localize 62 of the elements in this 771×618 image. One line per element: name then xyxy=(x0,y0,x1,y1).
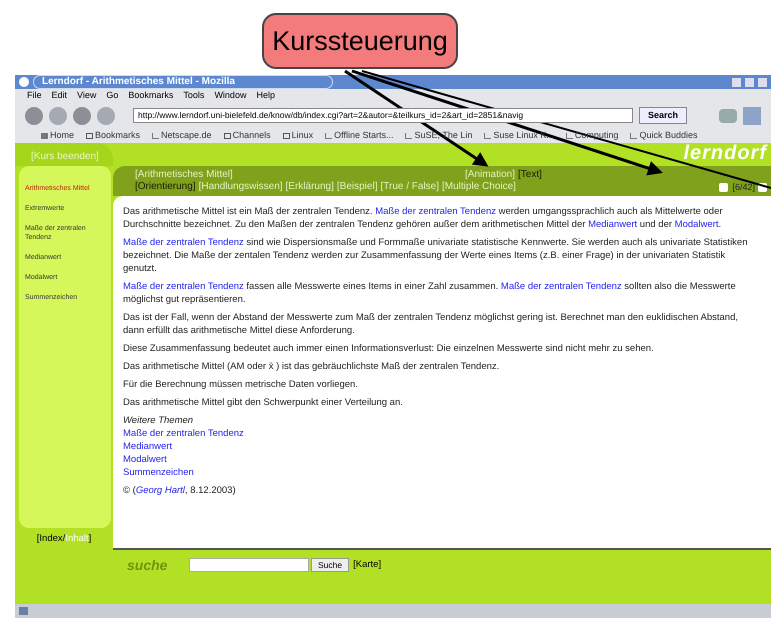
section-heading: Weitere Themen xyxy=(123,414,194,427)
topic-link[interactable]: Maße der zentralen Tendenz xyxy=(123,427,244,440)
bookmark-item[interactable]: Netscape.de xyxy=(152,129,212,143)
bookmark-item[interactable]: Quick Buddies xyxy=(630,129,698,143)
text-link[interactable]: Medianwert xyxy=(588,219,638,230)
topic-link[interactable]: Summenzeichen xyxy=(123,466,194,479)
lerndorf-logo: lerndorf xyxy=(683,143,767,163)
forward-icon[interactable] xyxy=(49,106,67,124)
text-link[interactable]: Maße der zentralen Tendenz xyxy=(123,281,244,292)
media-tab[interactable]: [Text] xyxy=(518,169,542,181)
search-button[interactable]: Search xyxy=(639,107,688,124)
paragraph: Das arithmetische Mittel (AM oder x̄ ) ist das gebräuchlichste Maß der zentralen Tendenz. xyxy=(123,360,500,373)
topic-title: [Arithmetisches Mittel] xyxy=(135,169,234,181)
paragraph: Das arithmetische Mittel ist ein Maß der zentralen Tendenz. Maße der zentralen Tendenz werden umgangssprachlich auch als Mittelwerte oder Durchschnitte bezeichnet. Zu den Maßen der zentralen Tendenz gehören außer dem arithmetischen Mittel der Medianwert und der Modalwert. xyxy=(123,205,724,231)
previous-icon[interactable] xyxy=(719,182,728,192)
map-link[interactable]: [Karte] xyxy=(353,558,382,572)
credit-text: © (Georg Hartl, 8.12.2003) xyxy=(123,484,237,497)
search-field[interactable] xyxy=(189,558,309,572)
address-field[interactable]: http://www.lerndorf.uni-bielefeld.de/know/db/index.cgi?art=2&autor=&teilkurs_id=2&art_id=2851&navig xyxy=(133,108,633,123)
text-link[interactable]: Maße der zentralen Tendenz xyxy=(123,237,244,248)
back-icon[interactable] xyxy=(25,106,43,124)
menu-item[interactable]: File xyxy=(27,88,42,102)
paragraph: Das ist der Fall, wenn der Abstand der Messwerte zum Maß der zentralen Tendenz möglichst gering ist. Berechnet man den euklidischen Abstand, dann erfüllt das arithmetische Mittel diese Anforderung. xyxy=(123,311,740,337)
bookmark-item[interactable]: Bookmarks xyxy=(86,129,140,143)
search-submit-button[interactable]: Suche xyxy=(311,558,350,572)
bookmark-item[interactable]: Home xyxy=(41,129,74,143)
paragraph: Für die Berechnung müssen metrische Daten vorliegen. xyxy=(123,378,359,391)
menu-item[interactable]: Tools xyxy=(183,88,204,102)
search-label: suche xyxy=(127,556,168,574)
paragraph: Maße der zentralen Tendenz sind wie Dispersionsmaße und Formmaße univariate statistische Kennwerte. Sie werden auch als univariate Statistiken bezeichnet. Die Maße der zentalen Tendenz werden zur Zusammenfassung der Werte eines Items (z.B. einer Frage) in der univariaten Statistik genutzt. xyxy=(123,236,748,275)
callout-label: Kurssteuerung xyxy=(262,13,458,69)
paragraph: Diese Zusammenfassung bedeutet auch immer einen Informationsverlust: Die einzelnen Messwerte sind nicht mehr zu sehen. xyxy=(123,342,655,355)
topic-link[interactable]: Medianwert xyxy=(123,440,172,453)
close-button[interactable] xyxy=(758,78,767,86)
paragraph: Maße der zentralen Tendenz fassen alle Messwerte eines Items in einer Zahl zusammen. Maße der zentralen Tendenz sollten also die Messwerte möglichst gut repräsentieren. xyxy=(123,280,737,306)
stop-icon[interactable] xyxy=(97,106,115,124)
bookmark-item[interactable]: Channels xyxy=(224,129,271,143)
index-nav-link[interactable]: [Index/ xyxy=(36,532,66,546)
bookmark-item[interactable]: Offline Starts... xyxy=(325,129,394,143)
text-link[interactable]: Maße der zentralen Tendenz xyxy=(375,206,496,217)
section-tab[interactable]: [Orientierung] xyxy=(135,181,196,193)
minimize-button[interactable] xyxy=(732,78,741,86)
menu-item[interactable]: Bookmarks xyxy=(128,88,174,102)
menu-item[interactable]: Go xyxy=(106,88,118,102)
maximize-button[interactable] xyxy=(745,78,754,86)
bookmark-item[interactable]: Linux xyxy=(282,129,314,143)
menu-item[interactable]: View xyxy=(77,88,96,102)
text-link[interactable]: Georg Hartl xyxy=(136,485,185,496)
bracket-text: ] xyxy=(88,532,92,546)
reload-icon[interactable] xyxy=(73,106,91,124)
window-menu-icon[interactable] xyxy=(19,77,29,87)
menu-item[interactable]: Help xyxy=(256,88,275,102)
text-link[interactable]: Modalwert xyxy=(674,219,718,230)
text-link[interactable]: Maße der zentralen Tendenz xyxy=(500,281,622,292)
bookmark-item[interactable]: SuSE, The Lin xyxy=(405,129,472,143)
paragraph: Das arithmetische Mittel gibt den Schwerpunkt einer Verteilung an. xyxy=(123,396,404,409)
menu-item[interactable]: Window xyxy=(214,88,246,102)
menu-item[interactable]: Edit xyxy=(52,88,68,102)
topic-link[interactable]: Modalwert xyxy=(123,453,167,466)
page-counter: [6/42] xyxy=(732,181,755,193)
window-title: Lerndorf - Arithmetisches Mittel - Mozilla xyxy=(33,75,333,89)
status-icon xyxy=(19,607,28,615)
